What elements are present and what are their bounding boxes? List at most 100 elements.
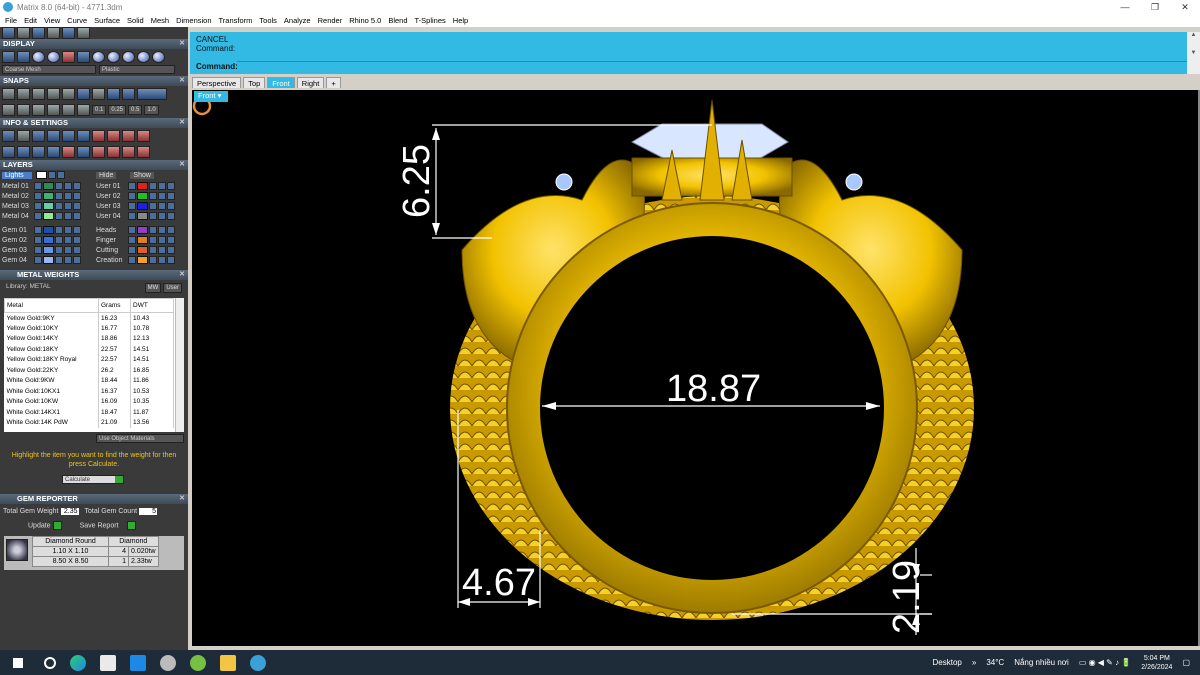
display-panel-header[interactable]: DISPLAY ✕ [0,39,188,49]
layer-row[interactable]: Cutting [96,245,186,255]
tab-front[interactable]: Front [267,77,295,88]
current-icon[interactable] [73,192,81,200]
close-icon[interactable]: ✕ [179,118,185,128]
user-button[interactable]: User [163,283,182,293]
menu-dimension[interactable]: Dimension [173,16,215,25]
tool-icon[interactable] [2,27,15,39]
menu-view[interactable]: View [41,16,64,25]
weather-text[interactable]: Nắng nhiều nơi [1014,658,1069,667]
layer-color-swatch[interactable] [137,192,148,200]
layer-color-swatch[interactable] [43,192,54,200]
current-icon[interactable] [167,226,175,234]
visible-icon[interactable] [64,246,72,254]
info-icon[interactable] [77,146,90,158]
select-icon[interactable] [34,202,42,210]
current-icon[interactable] [167,212,175,220]
select-icon[interactable] [128,246,136,254]
select-icon[interactable] [34,192,42,200]
lights-label[interactable]: Lights [2,171,32,179]
matrix-taskbar-icon[interactable] [250,654,266,671]
info-icon[interactable] [92,130,105,142]
column-header[interactable]: Grams [98,298,131,313]
select-icon[interactable] [34,226,42,234]
select-icon[interactable] [34,256,42,264]
info-icon[interactable] [2,146,15,158]
tool-icon[interactable] [77,27,90,39]
maximize-button[interactable]: ❐ [1140,0,1170,14]
menu-rhino[interactable]: Rhino 5.0 [346,16,385,25]
select-icon[interactable] [128,192,136,200]
shaded-icon[interactable] [17,51,30,63]
material-sphere-icon[interactable] [107,51,120,63]
menu-tools[interactable]: Tools [256,16,281,25]
visible-icon[interactable] [64,212,72,220]
info-icon[interactable] [137,130,150,142]
lock-icon[interactable] [55,212,63,220]
display-icon[interactable] [77,51,90,63]
show-button[interactable]: Show [130,171,154,179]
store-icon[interactable] [100,654,116,671]
lights-swatch[interactable] [36,171,47,179]
command-input[interactable] [237,61,1187,72]
menu-analyze[interactable]: Analyze [281,16,315,25]
menu-edit[interactable]: Edit [21,16,41,25]
visible-icon[interactable] [158,226,166,234]
layers-panel-header[interactable]: LAYERS ✕ [0,160,188,170]
table-row[interactable]: Yellow Gold:14KY 18.86 12.13 [4,333,174,344]
info-icon[interactable] [17,146,30,158]
save-report-button[interactable]: Save Report [80,521,136,530]
info-icon[interactable] [32,146,45,158]
snap-icon[interactable] [77,104,90,116]
snap-icon[interactable] [92,88,105,100]
menu-curve[interactable]: Curve [64,16,91,25]
info-panel-header[interactable]: INFO & SETTINGS ✕ [0,118,188,128]
info-icon[interactable] [62,146,75,158]
menu-render[interactable]: Render [315,16,347,25]
material-icon[interactable] [62,51,75,63]
layer-row[interactable]: User 04 [96,211,186,221]
render-sphere-icon[interactable] [47,51,60,63]
app-icon[interactable] [160,654,176,671]
current-icon[interactable] [167,246,175,254]
tray-icons[interactable]: ▭ ◉ ◀ ✎ ♪ 🔋 [1079,658,1131,667]
visible-icon[interactable] [158,192,166,200]
lock-icon[interactable] [55,202,63,210]
lock-icon[interactable] [55,246,63,254]
column-header[interactable]: Metal [4,298,99,313]
close-icon[interactable]: ✕ [179,494,185,504]
visible-icon[interactable] [158,236,166,244]
info-icon[interactable] [122,130,135,142]
mesh-select[interactable]: Coarse Mesh [2,65,96,74]
current-icon[interactable] [73,212,81,220]
edge-icon[interactable] [70,654,86,671]
hide-button[interactable]: Hide [96,171,117,179]
layer-color-swatch[interactable] [43,256,54,264]
add-tab-icon[interactable]: + [326,77,341,88]
layer-color-swatch[interactable] [43,212,54,220]
app-icon[interactable] [190,654,206,671]
viewport-label[interactable]: Front ▾ [194,91,228,102]
menu-help[interactable]: Help [450,16,472,25]
lock-icon[interactable] [149,256,157,264]
select-icon[interactable] [128,182,136,190]
lock-icon[interactable] [149,182,157,190]
close-button[interactable]: ✕ [1170,0,1200,14]
tab-right[interactable]: Right [296,77,325,88]
menu-transform[interactable]: Transform [216,16,257,25]
select-icon[interactable] [128,236,136,244]
close-icon[interactable]: ✕ [179,270,185,280]
info-icon[interactable] [47,130,60,142]
snap-value[interactable]: 0.25 [108,105,127,115]
visible-icon[interactable] [64,202,72,210]
gem-type[interactable]: Diamond [108,536,159,547]
current-icon[interactable] [167,182,175,190]
metal-weights-panel-header[interactable]: METAL WEIGHTS ✕ [0,270,188,280]
mw-button[interactable]: MW [144,283,162,293]
lock-icon[interactable] [149,226,157,234]
snap-icon[interactable] [62,88,75,100]
close-icon[interactable]: ✕ [179,76,185,86]
select-icon[interactable] [128,226,136,234]
update-button[interactable]: Update [28,521,62,530]
menu-file[interactable]: File [2,16,21,25]
current-icon[interactable] [73,236,81,244]
